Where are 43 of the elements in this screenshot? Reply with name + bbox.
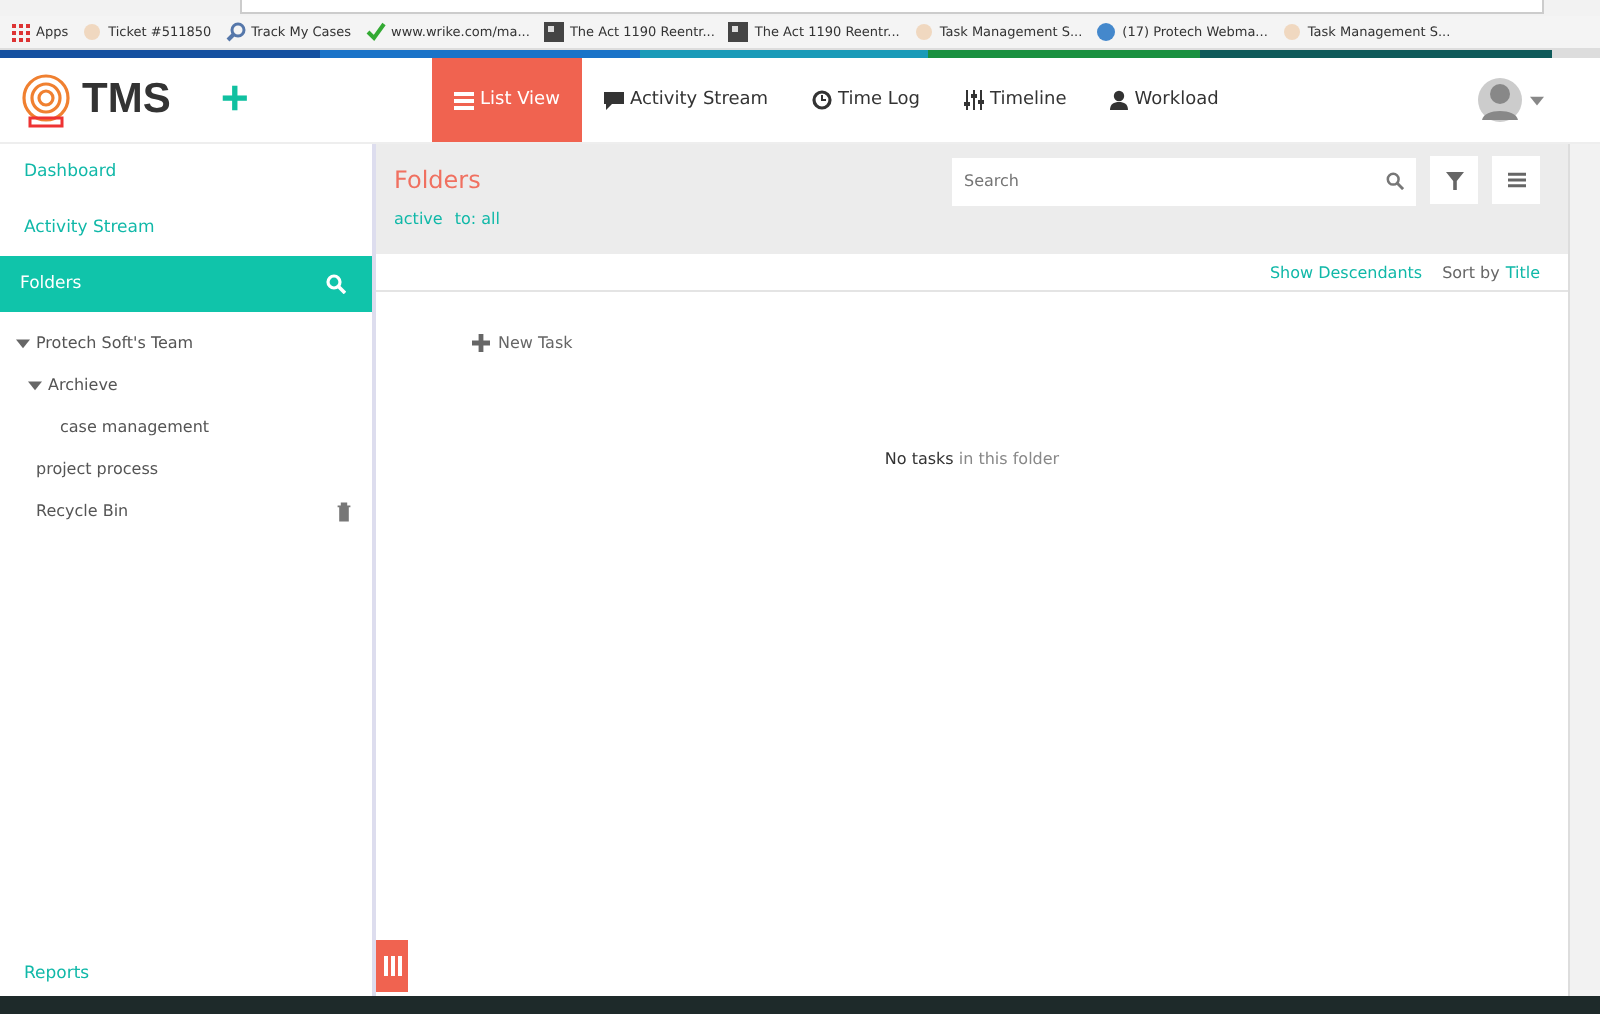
search-icon[interactable] [326,274,346,294]
folder-item[interactable]: Protech Soft's Team [36,334,194,352]
plus-icon [472,334,490,352]
nav-tab[interactable]: Timeline [942,58,1089,142]
scrollbar[interactable] [1568,144,1600,996]
logo-icon [16,70,76,130]
nav-tab[interactable]: Time Log [790,58,943,142]
pdf-icon [728,22,749,42]
folder-title: Folders [394,166,483,194]
funnel-icon [1445,171,1463,189]
apps-grid-icon [12,23,30,41]
list-icon [454,91,474,109]
folder-item[interactable]: case management [60,418,210,436]
folder-item[interactable]: Archieve [48,376,118,394]
user-icon [1110,90,1129,110]
search-icon [1386,172,1404,190]
nav-tab[interactable]: Workload [1088,58,1241,142]
filter-button[interactable] [1430,156,1478,204]
sort-label: Sort by [1442,264,1500,282]
nav-tab[interactable]: Activity Stream [581,58,791,142]
caret-icon[interactable] [28,378,42,392]
caret-icon[interactable] [16,336,30,350]
menu-button[interactable] [1492,156,1540,204]
checkmark-icon [365,22,386,42]
caret-icon[interactable] [1530,95,1544,105]
menu-icon [1507,172,1525,188]
sliders-icon [964,90,985,110]
brand-name: TMS [82,76,171,124]
new-task-button[interactable]: New Task [460,332,585,354]
empty-message: No tasks in this folder [882,450,1062,468]
folders-title: Folders [20,274,82,294]
pdf-icon [543,22,564,42]
avatar-icon[interactable] [1476,76,1524,124]
magnifier-icon [225,22,246,42]
columns-button[interactable] [376,940,408,992]
comment-icon [603,91,624,109]
clock-icon [812,90,833,110]
search-field[interactable]: Search [952,157,1416,205]
columns-icon [383,956,401,976]
folder-item[interactable]: project process [36,460,159,478]
globe-icon [1096,22,1117,42]
folder-item[interactable]: Recycle Bin [36,502,129,520]
trash-icon[interactable] [336,501,352,521]
